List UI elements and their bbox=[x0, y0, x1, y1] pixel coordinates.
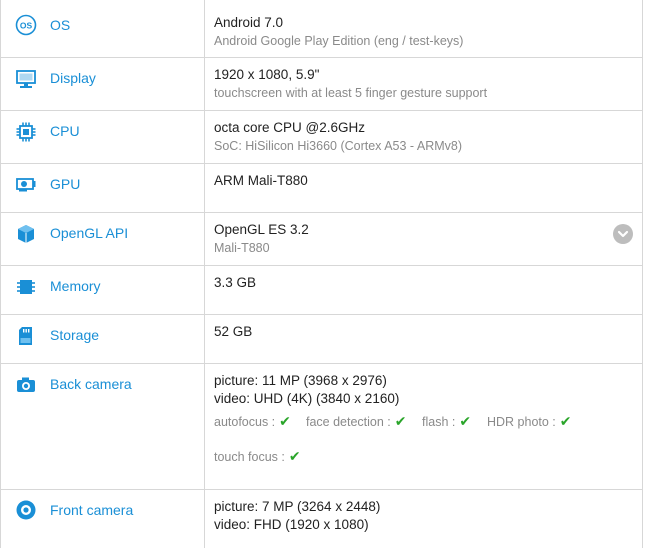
feature-label: autofocus : bbox=[214, 415, 276, 429]
feature-label: face detection : bbox=[306, 415, 391, 429]
spec-value-cell: 3.3 GB bbox=[214, 266, 642, 314]
display-resolution: 1920 x 1080, 5.9" bbox=[214, 67, 320, 82]
spec-label-gpu: GPU bbox=[50, 176, 81, 192]
spec-label-cell: OpenGL API bbox=[1, 213, 205, 265]
feature-label: HDR photo : bbox=[487, 415, 556, 429]
graphics-card-icon bbox=[15, 173, 37, 195]
front-camera-icon bbox=[15, 499, 37, 521]
spec-label-storage: Storage bbox=[50, 327, 100, 343]
device-spec-table: OS OS Android 7.0 Android Google Play Ed… bbox=[0, 0, 643, 548]
feature-face-detection: face detection : ✔ bbox=[306, 413, 407, 430]
spec-row-display: Display 1920 x 1080, 5.9" touchscreen wi… bbox=[1, 58, 642, 111]
gpu-model: ARM Mali-T880 bbox=[214, 173, 308, 188]
spec-value-cell: 1920 x 1080, 5.9" touchscreen with at le… bbox=[214, 58, 642, 110]
front-camera-video: video: FHD (1920 x 1080) bbox=[214, 517, 369, 532]
display-touch-info: touchscreen with at least 5 finger gestu… bbox=[214, 86, 488, 100]
spec-row-back-camera: Back camera picture: 11 MP (3968 x 2976)… bbox=[1, 364, 642, 490]
opengl-version: OpenGL ES 3.2 bbox=[214, 222, 309, 237]
memory-size: 3.3 GB bbox=[214, 275, 257, 290]
cube-icon bbox=[15, 223, 37, 245]
spec-label-display: Display bbox=[50, 70, 96, 86]
spec-row-os: OS OS Android 7.0 Android Google Play Ed… bbox=[1, 0, 642, 58]
spec-label-back-camera: Back camera bbox=[50, 376, 132, 392]
spec-label-cell: Back camera bbox=[1, 364, 205, 489]
spec-value-cell: picture: 11 MP (3968 x 2976) video: UHD … bbox=[214, 364, 642, 489]
os-icon: OS bbox=[15, 14, 37, 36]
memory-icon bbox=[15, 276, 37, 298]
os-build: Android Google Play Edition (eng / test-… bbox=[214, 34, 464, 48]
opengl-renderer: Mali-T880 bbox=[214, 241, 270, 255]
feature-flash: flash : ✔ bbox=[422, 413, 471, 430]
spec-value-cell: OpenGL ES 3.2 Mali-T880 bbox=[214, 213, 642, 265]
cpu-cores-speed: octa core CPU @2.6GHz bbox=[214, 120, 366, 135]
check-icon: ✔ bbox=[559, 413, 572, 429]
spec-value-cell: 52 GB bbox=[214, 315, 642, 363]
svg-text:OS: OS bbox=[20, 21, 33, 31]
cpu-soc: SoC: HiSilicon Hi3660 (Cortex A53 - ARMv… bbox=[214, 139, 463, 153]
storage-size: 52 GB bbox=[214, 324, 253, 339]
feature-touch-focus: touch focus : ✔ bbox=[214, 448, 301, 465]
spec-label-cell: Memory bbox=[1, 266, 205, 314]
back-camera-video: video: UHD (4K) (3840 x 2160) bbox=[214, 391, 400, 406]
feature-label: flash : bbox=[422, 415, 456, 429]
check-icon: ✔ bbox=[394, 413, 407, 429]
spec-value-cell: picture: 7 MP (3264 x 2448) video: FHD (… bbox=[214, 490, 642, 548]
monitor-icon bbox=[15, 68, 37, 90]
check-icon: ✔ bbox=[279, 413, 291, 429]
spec-label-cell: Storage bbox=[1, 315, 205, 363]
spec-label-cell: Display bbox=[1, 58, 205, 110]
spec-label-cell: Front camera bbox=[1, 490, 205, 548]
feature-hdr-photo: HDR photo : ✔ bbox=[487, 413, 572, 430]
spec-row-gpu: GPU ARM Mali-T880 bbox=[1, 164, 642, 213]
feature-autofocus: autofocus : ✔ bbox=[214, 413, 291, 430]
spec-label-cell: GPU bbox=[1, 164, 205, 212]
check-icon: ✔ bbox=[288, 448, 301, 464]
spec-row-cpu: CPU octa core CPU @2.6GHz SoC: HiSilicon… bbox=[1, 111, 642, 164]
spec-row-memory: Memory 3.3 GB bbox=[1, 266, 642, 315]
spec-label-memory: Memory bbox=[50, 278, 101, 294]
spec-value-cell: Android 7.0 Android Google Play Edition … bbox=[214, 0, 642, 57]
front-camera-picture: picture: 7 MP (3264 x 2448) bbox=[214, 499, 381, 514]
spec-label-cell: OS OS bbox=[1, 0, 205, 57]
spec-row-front-camera: Front camera picture: 7 MP (3264 x 2448)… bbox=[1, 490, 642, 548]
spec-row-storage: Storage 52 GB bbox=[1, 315, 642, 364]
chip-icon bbox=[15, 121, 37, 143]
os-version: Android 7.0 bbox=[214, 15, 284, 30]
sd-card-icon bbox=[15, 325, 37, 347]
expand-chevron-down-icon[interactable] bbox=[613, 224, 633, 244]
spec-row-opengl: OpenGL API OpenGL ES 3.2 Mali-T880 bbox=[1, 213, 642, 266]
back-camera-picture: picture: 11 MP (3968 x 2976) bbox=[214, 373, 387, 388]
spec-label-front-camera: Front camera bbox=[50, 502, 134, 518]
spec-value-cell: ARM Mali-T880 bbox=[214, 164, 642, 212]
spec-label-os: OS bbox=[50, 17, 71, 33]
spec-label-opengl: OpenGL API bbox=[50, 225, 129, 241]
spec-value-cell: octa core CPU @2.6GHz SoC: HiSilicon Hi3… bbox=[214, 111, 642, 163]
spec-label-cell: CPU bbox=[1, 111, 205, 163]
check-icon: ✔ bbox=[459, 413, 472, 429]
feature-label: touch focus : bbox=[214, 450, 285, 464]
spec-label-cpu: CPU bbox=[50, 123, 80, 139]
camera-icon bbox=[15, 374, 37, 396]
